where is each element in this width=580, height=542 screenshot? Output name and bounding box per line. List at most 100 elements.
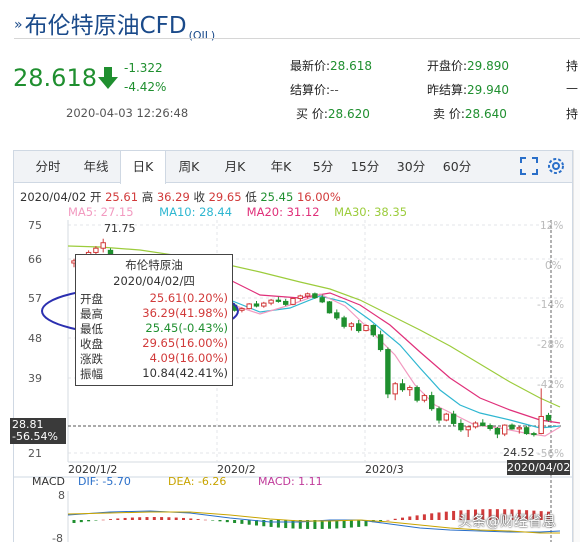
macd-bar: [101, 519, 105, 521]
ma10-line: [199, 277, 561, 429]
tooltip-label: 最高: [80, 307, 103, 321]
macd-bar: [393, 518, 397, 520]
ma5-line: [229, 293, 561, 437]
macd-bar: [218, 520, 222, 522]
macd-bar: [189, 518, 193, 520]
y-tick: 48: [28, 332, 42, 345]
candle: [377, 334, 384, 351]
macd-bar: [408, 516, 412, 520]
candle: [516, 427, 522, 430]
macd-bar: [130, 517, 134, 520]
macd-bar: [401, 517, 404, 520]
candle: [261, 302, 267, 307]
macd-bar: [109, 519, 112, 520]
macd-bar: [182, 517, 185, 520]
macd-bar: [160, 517, 164, 520]
candle: [545, 414, 552, 421]
macd-bar: [386, 519, 390, 521]
tooltip-value: 36.29(41.98%): [142, 306, 228, 320]
macd-value: MACD: 1.11: [258, 475, 323, 488]
x-tick: 2020/3: [365, 463, 404, 476]
macd-bar: [79, 520, 83, 523]
min-annotation: 24.52: [503, 446, 535, 459]
macd-bar: [152, 517, 156, 520]
candle: [304, 293, 311, 297]
candle: [385, 349, 391, 395]
candle: [275, 299, 282, 302]
tooltip-date: 2020/04/02/四: [113, 274, 195, 288]
tooltip-label: 收盘: [80, 337, 103, 351]
candle: [458, 422, 464, 431]
candle: [443, 413, 450, 421]
macd-tick-bottom: -8: [52, 532, 63, 542]
candle: [538, 415, 544, 435]
candle: [348, 323, 355, 327]
watermark: 头条@财经省息: [458, 514, 556, 530]
candle: [450, 413, 457, 424]
y-tick: 66: [28, 253, 42, 266]
macd-bar: [116, 518, 120, 520]
candle: [414, 387, 420, 401]
macd-bar: [415, 515, 419, 520]
macd-bar: [357, 520, 361, 527]
macd-bar: [342, 520, 346, 529]
candle: [472, 422, 479, 428]
candle: [326, 301, 333, 314]
candle: [465, 426, 471, 431]
current-price-badge: 28.81 -56.54%: [10, 418, 66, 444]
candle: [487, 425, 493, 430]
macd-bar: [167, 517, 171, 520]
macd-dea: DEA: -6.26: [168, 475, 226, 488]
y-tick: 21: [28, 447, 42, 460]
macd-bar: [240, 520, 244, 524]
y-tick: 39: [28, 372, 42, 385]
macd-bar: [422, 514, 426, 520]
candle: [100, 242, 106, 249]
candle: [334, 312, 340, 319]
macd-bar: [247, 520, 251, 525]
macd-bar: [123, 517, 127, 520]
macd-bar: [291, 520, 295, 529]
y-tick: 57: [28, 292, 42, 305]
macd-bar: [437, 512, 441, 520]
tooltip-label: 开盘: [80, 292, 103, 306]
macd-bar: [269, 520, 273, 527]
crosshair-date-badge: 2020/04/02: [507, 460, 571, 475]
macd-bar: [225, 520, 229, 523]
max-annotation: 71.75: [104, 222, 136, 235]
candle: [319, 297, 325, 303]
candle: [363, 324, 369, 332]
candle: [283, 300, 289, 305]
candle: [290, 297, 296, 305]
candle: [253, 303, 260, 307]
macd-bar: [349, 520, 353, 528]
candle: [407, 387, 413, 391]
tooltip-label: 最低: [80, 322, 103, 336]
tooltip-name: 布伦特原油: [125, 258, 183, 272]
candle: [341, 317, 347, 327]
pct-tick: -56%: [537, 448, 564, 460]
candle: [436, 408, 442, 421]
candle: [502, 424, 508, 435]
macd-bar: [145, 517, 149, 520]
candle: [531, 433, 537, 436]
pct-tick: -42%: [537, 379, 564, 391]
tooltip-value: 4.09(16.00%): [149, 351, 228, 365]
candle: [429, 395, 435, 410]
tooltip-label: 振幅: [80, 367, 103, 381]
candle: [268, 299, 274, 304]
macd-bar: [452, 510, 456, 520]
y-tick: 75: [28, 219, 42, 232]
candle: [356, 323, 362, 332]
candle-tooltip: 布伦特原油 2020/04/02/四 开盘 25.61(0.20%) 最高 36.2…: [75, 254, 233, 386]
macd-dif: DIF: -5.70: [78, 475, 131, 488]
candle: [509, 424, 515, 430]
macd-bar: [87, 520, 91, 522]
candle: [480, 422, 486, 427]
tooltip-value: 29.65(16.00%): [142, 336, 228, 350]
candle: [399, 383, 406, 391]
right-sidebar-strip: [573, 150, 580, 542]
candle: [523, 427, 530, 435]
macd-bar: [284, 520, 288, 529]
tooltip-value: 25.61(0.20%): [149, 291, 228, 305]
